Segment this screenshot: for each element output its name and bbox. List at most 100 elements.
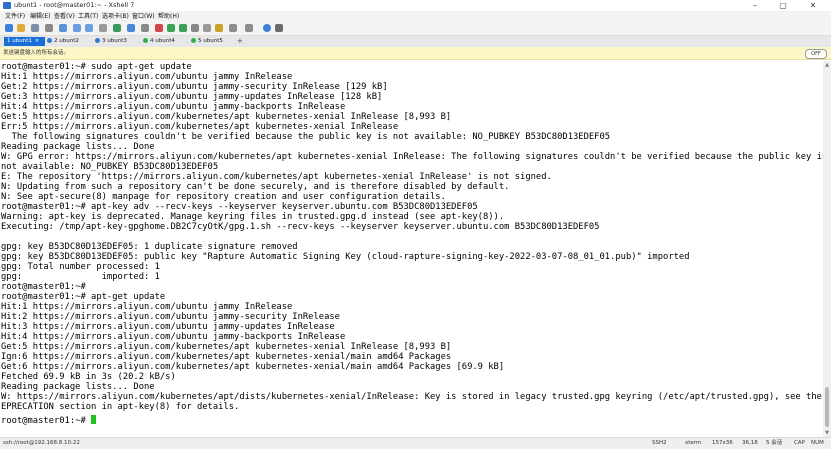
add-tab-button[interactable]: + (237, 37, 243, 46)
window-title: ubunt1 - root@master01:~ - Xshell 7 (14, 1, 135, 9)
shell-prompt: root@master01:~# (1, 416, 92, 426)
copy-icon[interactable] (73, 24, 81, 32)
options-icon[interactable] (275, 24, 283, 32)
connection-address: ssh://root@192.168.8.10:22 (3, 440, 80, 446)
menu-edit[interactable]: 编辑(E) (30, 11, 50, 22)
terminal-line: Ign:6 https://mirrors.aliyun.com/kuberne… (1, 352, 452, 362)
fullscreen-icon[interactable] (179, 24, 187, 32)
paste-icon[interactable] (85, 24, 93, 32)
terminal-line: W: https://mirrors.aliyun.com/kubernetes… (1, 392, 831, 402)
scroll-up-icon[interactable]: ▲ (823, 61, 831, 69)
tab-ubunt3[interactable]: 3 ubunt3 (92, 37, 139, 46)
terminal-line: gpg: key B53DC80D13EDEF05: public key "R… (1, 252, 690, 262)
print-icon[interactable] (113, 24, 121, 32)
protocol-label: SSH2 (652, 440, 667, 446)
terminal-line: gpg: imported: 1 (1, 272, 160, 282)
terminal-line: Get:3 https://mirrors.aliyun.com/ubuntu … (1, 92, 383, 102)
menu-view[interactable]: 查看(V) (54, 11, 75, 22)
menu-file[interactable]: 文件(F) (5, 11, 25, 22)
terminal-line: Get:2 https://mirrors.aliyun.com/ubuntu … (1, 82, 388, 92)
terminal-line: Err:5 https://mirrors.aliyun.com/kuberne… (1, 122, 399, 132)
terminal-line: Executing: /tmp/apt-key-gpghome.DB2C7cyO… (1, 222, 600, 232)
terminal-line: not available: NO_PUBKEY B53DC80D13EDEF0… (1, 162, 219, 172)
terminal-line: N: Updating from such a repository can't… (1, 182, 510, 192)
send-all-toggle[interactable]: OFF (805, 49, 827, 59)
terminal-line: gpg: key B53DC80D13EDEF05: 1 duplicate s… (1, 242, 298, 252)
terminal-line: Get:5 https://mirrors.aliyun.com/kuberne… (1, 112, 452, 122)
layout-icon[interactable] (245, 24, 253, 32)
menu-tab[interactable]: 选项卡(B) (102, 11, 129, 22)
reconnect-icon[interactable] (59, 24, 67, 32)
terminal-line: root@master01:~# apt-key adv --recv-keys… (1, 202, 478, 212)
tab-label: 5 ubunt5 (198, 38, 223, 44)
terminal-line: EPRECATION section in apt-key(8) for det… (1, 402, 240, 412)
session-tab-bar: 1 ubunt1 × 2 ubunt2 3 ubunt3 4 ubunt4 5 u… (0, 36, 831, 47)
xshell-app-icon (3, 2, 11, 9)
terminal-line: Hit:3 https://mirrors.aliyun.com/ubuntu … (1, 322, 335, 332)
tab-label: 1 ubunt1 (7, 38, 32, 44)
tab-label: 4 ubunt4 (150, 38, 175, 44)
status-bar: ssh://root@192.168.8.10:22 SSH2 xterm 15… (0, 437, 831, 449)
tab-label: 3 ubunt3 (102, 38, 127, 44)
script-icon[interactable] (215, 24, 223, 32)
terminal-line: root@master01:~# sudo apt-get update (1, 62, 192, 72)
maximize-button[interactable]: ▢ (770, 0, 796, 11)
terminal-type: xterm (685, 440, 702, 446)
terminal-line: Reading package lists... Done (1, 382, 155, 392)
terminal-line: N: See apt-secure(8) manpage for reposit… (1, 192, 446, 202)
title-bar: ubunt1 - root@master01:~ - Xshell 7 – ▢ … (0, 0, 831, 11)
terminal-line: root@master01:~# apt-get update (1, 292, 166, 302)
tab-ubunt2[interactable]: 2 ubunt2 (44, 37, 91, 46)
terminal-size: 157x36 (712, 440, 733, 446)
menu-help[interactable]: 帮助(H) (158, 11, 179, 22)
tab-ubunt5[interactable]: 5 ubunt5 (188, 37, 235, 46)
tab-ubunt1[interactable]: 1 ubunt1 × (4, 37, 45, 46)
terminal-line: Hit:4 https://mirrors.aliyun.com/ubuntu … (1, 102, 346, 112)
xftp-icon[interactable] (155, 24, 163, 32)
terminal-output[interactable]: root@master01:~# sudo apt-get update Hit… (0, 61, 831, 437)
terminal-line: Warning: apt-key is deprecated. Manage k… (1, 212, 505, 222)
prompt-line[interactable]: root@master01:~# (1, 415, 97, 426)
tab-ubunt4[interactable]: 4 ubunt4 (140, 37, 187, 46)
disconnect-icon[interactable] (45, 24, 53, 32)
search-icon[interactable] (99, 24, 107, 32)
lock-icon[interactable] (191, 24, 199, 32)
terminal-line: root@master01:~# (1, 282, 86, 292)
session-count: 5 会话 (766, 440, 783, 446)
connect-icon[interactable] (31, 24, 39, 32)
toolbar (0, 22, 831, 36)
status-dot-icon (143, 37, 148, 43)
terminal-line: Reading package lists... Done (1, 142, 155, 152)
caps-lock-indicator: CAP (794, 440, 805, 446)
close-button[interactable]: ✕ (800, 0, 826, 11)
keyboard-icon[interactable] (203, 24, 211, 32)
terminal-line: Hit:1 https://mirrors.aliyun.com/ubuntu … (1, 302, 293, 312)
terminal-line: Get:5 https://mirrors.aliyun.com/kuberne… (1, 342, 452, 352)
compose-icon[interactable] (229, 24, 237, 32)
terminal-line: Get:6 https://mirrors.aliyun.com/kuberne… (1, 362, 505, 372)
terminal-line: Fetched 69.9 kB in 3s (20.2 kB/s) (1, 372, 176, 382)
compose-bar: 发送键盘输入的所有会话。 OFF (0, 47, 831, 60)
status-dot-icon (191, 37, 196, 43)
minimize-button[interactable]: – (742, 0, 768, 11)
compose-bar-text: 发送键盘输入的所有会话。 (3, 50, 70, 56)
num-lock-indicator: NUM (811, 440, 824, 446)
tab-label: 2 ubunt2 (54, 38, 79, 44)
open-folder-icon[interactable] (17, 24, 25, 32)
font-icon[interactable] (127, 24, 135, 32)
menu-tools[interactable]: 工具(T) (78, 11, 98, 22)
scroll-down-icon[interactable]: ▼ (823, 429, 831, 437)
terminal-line: Hit:4 https://mirrors.aliyun.com/ubuntu … (1, 332, 346, 342)
scrollbar-thumb[interactable] (825, 387, 829, 427)
help-icon[interactable] (263, 24, 271, 32)
status-dot-icon (47, 37, 52, 43)
cursor-position: 36,18 (742, 440, 758, 446)
new-session-icon[interactable] (5, 24, 13, 32)
transfer-icon[interactable] (167, 24, 175, 32)
terminal-scrollbar[interactable]: ▲ ▼ (823, 61, 831, 437)
terminal-line: Hit:2 https://mirrors.aliyun.com/ubuntu … (1, 312, 340, 322)
status-dot-icon (95, 37, 100, 43)
close-tab-icon[interactable]: × (35, 38, 39, 44)
properties-icon[interactable] (141, 24, 149, 32)
menu-window[interactable]: 窗口(W) (132, 11, 155, 22)
